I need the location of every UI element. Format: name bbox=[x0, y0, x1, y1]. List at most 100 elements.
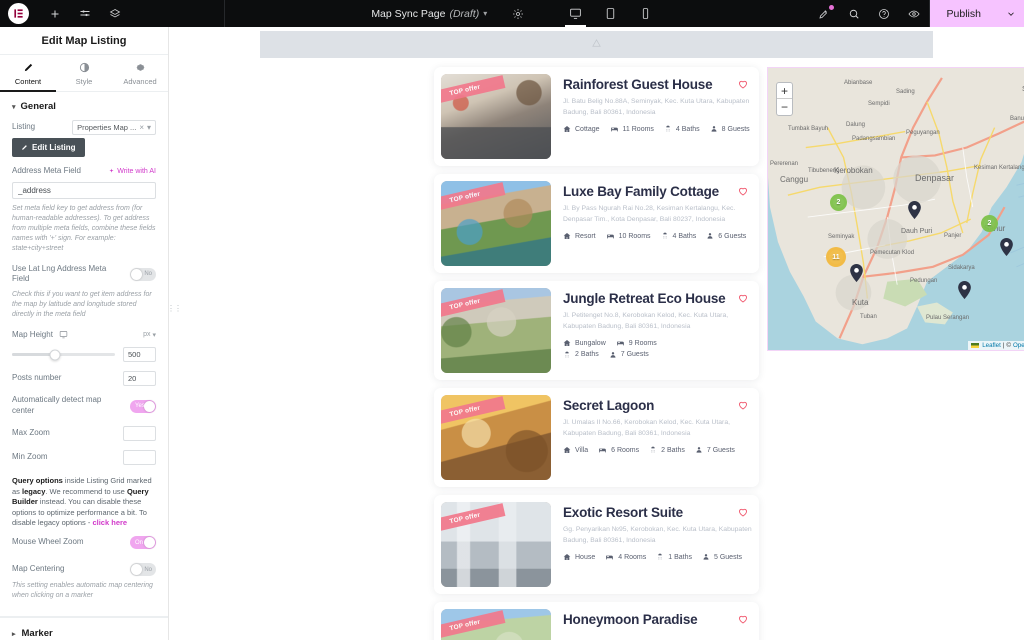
notes-icon[interactable] bbox=[809, 0, 839, 27]
publish-button[interactable]: Publish bbox=[930, 0, 998, 27]
meta-guests: 8 Guests bbox=[710, 125, 750, 134]
heart-outline-icon[interactable] bbox=[737, 612, 749, 630]
listing-title[interactable]: Honeymoon Paradise bbox=[563, 612, 752, 628]
listing-thumbnail[interactable]: TOP offer bbox=[441, 395, 551, 480]
map-centering-toggle[interactable]: No bbox=[130, 563, 156, 577]
map-pin-marker[interactable] bbox=[958, 281, 971, 304]
mouse-wheel-toggle[interactable]: On bbox=[130, 536, 156, 550]
help-icon[interactable] bbox=[869, 0, 899, 27]
heart-outline-icon[interactable] bbox=[737, 505, 749, 523]
tab-advanced[interactable]: Advanced bbox=[112, 55, 168, 91]
listing-address: Jl. Umalas II No.66, Kerobokan Kelod, Ke… bbox=[563, 418, 730, 437]
preview-eye-icon[interactable] bbox=[899, 0, 929, 27]
notes-badge bbox=[828, 5, 834, 10]
leaflet-link[interactable]: Leaflet bbox=[982, 342, 1001, 349]
listing-select[interactable]: Properties Map ... × ▾ bbox=[72, 120, 156, 135]
chevron-down-icon[interactable]: ▾ bbox=[483, 9, 487, 18]
map-height-value[interactable]: 500 bbox=[123, 347, 156, 363]
listing-title[interactable]: Jungle Retreat Eco House bbox=[563, 291, 752, 307]
section-general-label: General bbox=[20, 101, 56, 112]
canvas-top-strip[interactable] bbox=[260, 31, 933, 58]
latlng-toggle[interactable]: No bbox=[130, 267, 156, 281]
desktop-icon[interactable] bbox=[59, 330, 68, 339]
edit-listing-button[interactable]: Edit Listing bbox=[12, 138, 85, 157]
map-height-unit-value: px bbox=[143, 331, 151, 339]
chevron-down-icon[interactable]: ▾ bbox=[147, 123, 151, 132]
map-cluster-marker[interactable]: 2 bbox=[981, 215, 998, 232]
listing-title[interactable]: Exotic Resort Suite bbox=[563, 505, 752, 521]
layers-icon[interactable] bbox=[100, 0, 130, 27]
map-pin-marker[interactable] bbox=[1000, 238, 1013, 261]
sliders-icon[interactable] bbox=[70, 0, 100, 27]
heart-outline-icon[interactable] bbox=[737, 77, 749, 95]
section-marker[interactable]: ▸ Marker bbox=[0, 617, 168, 640]
document-title[interactable]: Map Sync Page (Draft) ▾ bbox=[371, 8, 487, 20]
meta-rooms-label: 9 Rooms bbox=[628, 339, 657, 347]
elementor-logo-icon[interactable] bbox=[8, 3, 29, 24]
heart-outline-icon[interactable] bbox=[737, 291, 749, 309]
tab-style-label: Style bbox=[75, 77, 93, 86]
topbar-right-group: Publish bbox=[809, 0, 1024, 27]
publish-options-chevron-icon[interactable] bbox=[998, 0, 1024, 27]
map-widget[interactable]: + − Sukawati Denpasar Kerobokan Canggu S… bbox=[767, 67, 1024, 351]
listing-card[interactable]: TOP offer Luxe Bay Family Cottage Jl. By… bbox=[434, 174, 759, 273]
listing-title[interactable]: Secret Lagoon bbox=[563, 398, 752, 414]
device-mobile-button[interactable] bbox=[629, 0, 662, 27]
heart-outline-icon[interactable] bbox=[737, 398, 749, 416]
meta-baths: 2 Baths bbox=[649, 446, 685, 455]
address-meta-input[interactable] bbox=[12, 181, 156, 199]
meta-type: Cottage bbox=[563, 125, 600, 134]
listing-thumbnail[interactable]: TOP offer bbox=[441, 288, 551, 373]
map-pin-marker[interactable] bbox=[908, 201, 921, 224]
listing-card[interactable]: TOP offer Exotic Resort Suite Gg. Penyar… bbox=[434, 495, 759, 594]
map-zoom-in-button[interactable]: + bbox=[777, 83, 792, 99]
listing-card[interactable]: TOP offer Jungle Retreat Eco House Jl. P… bbox=[434, 281, 759, 380]
listing-address: Jl. Petitenget No.8, Kerobokan Kelod, Ke… bbox=[563, 311, 729, 330]
heart-outline-icon[interactable] bbox=[737, 184, 749, 202]
listing-title[interactable]: Luxe Bay Family Cottage bbox=[563, 184, 752, 200]
map-zoom-controls: + − bbox=[776, 82, 793, 116]
editor-canvas: TOP offer Rainforest Guest House Jl. Bat… bbox=[169, 27, 1024, 640]
tab-advanced-label: Advanced bbox=[123, 77, 157, 86]
write-with-ai-button[interactable]: Write with AI bbox=[108, 168, 156, 175]
slider-thumb[interactable] bbox=[49, 349, 61, 361]
listing-thumbnail[interactable]: TOP offer bbox=[441, 502, 551, 587]
tab-content[interactable]: Content bbox=[0, 55, 56, 92]
bed-icon bbox=[610, 127, 618, 131]
max-zoom-input[interactable] bbox=[123, 425, 156, 441]
panel-resize-handle[interactable]: ⋮⋮ bbox=[167, 291, 182, 325]
search-icon[interactable] bbox=[839, 0, 869, 27]
notice-click-here-link[interactable]: click here bbox=[92, 518, 127, 527]
listing-thumbnail[interactable]: TOP offer bbox=[441, 74, 551, 159]
map-height-slider[interactable] bbox=[12, 349, 115, 361]
map-pin-marker[interactable] bbox=[850, 264, 863, 287]
listing-card[interactable]: TOP offer Secret Lagoon Jl. Umalas II No… bbox=[434, 388, 759, 487]
listing-thumbnail[interactable]: TOP offer bbox=[441, 609, 551, 640]
min-zoom-input[interactable] bbox=[123, 449, 156, 465]
meta-baths-label: 4 Baths bbox=[675, 125, 700, 133]
auto-center-toggle[interactable]: Yes bbox=[130, 399, 156, 413]
home-icon bbox=[563, 447, 571, 454]
map-cluster-marker[interactable]: 11 bbox=[826, 247, 846, 267]
close-icon[interactable]: × bbox=[139, 123, 144, 132]
plus-icon[interactable] bbox=[40, 0, 70, 27]
device-desktop-button[interactable] bbox=[559, 0, 592, 27]
map-zoom-out-button[interactable]: − bbox=[777, 99, 792, 115]
device-tablet-button[interactable] bbox=[594, 0, 627, 27]
map-centering-label: Map Centering bbox=[12, 564, 65, 574]
notice-part-c: legacy bbox=[22, 486, 46, 496]
listing-card[interactable]: TOP offer Rainforest Guest House Jl. Bat… bbox=[434, 67, 759, 166]
posts-number-value[interactable]: 20 bbox=[123, 371, 156, 387]
listing-thumbnail[interactable]: TOP offer bbox=[441, 181, 551, 266]
meta-guests: 6 Guests bbox=[706, 232, 746, 241]
map-cluster-marker[interactable]: 2 bbox=[830, 194, 847, 211]
listing-meta: Bungalow 9 Rooms bbox=[563, 339, 752, 348]
section-general[interactable]: ▾ General bbox=[0, 92, 168, 120]
tab-style[interactable]: Style bbox=[56, 55, 112, 91]
openstreetmap-link[interactable]: OpenStreetMap bbox=[1013, 342, 1024, 349]
gear-icon[interactable] bbox=[503, 0, 533, 27]
listing-title[interactable]: Rainforest Guest House bbox=[563, 77, 752, 93]
control-auto-center: Automatically detect map center Yes bbox=[0, 395, 168, 426]
listing-card[interactable]: TOP offer Honeymoon Paradise bbox=[434, 602, 759, 640]
map-height-unit-select[interactable]: px ▾ bbox=[143, 331, 156, 339]
